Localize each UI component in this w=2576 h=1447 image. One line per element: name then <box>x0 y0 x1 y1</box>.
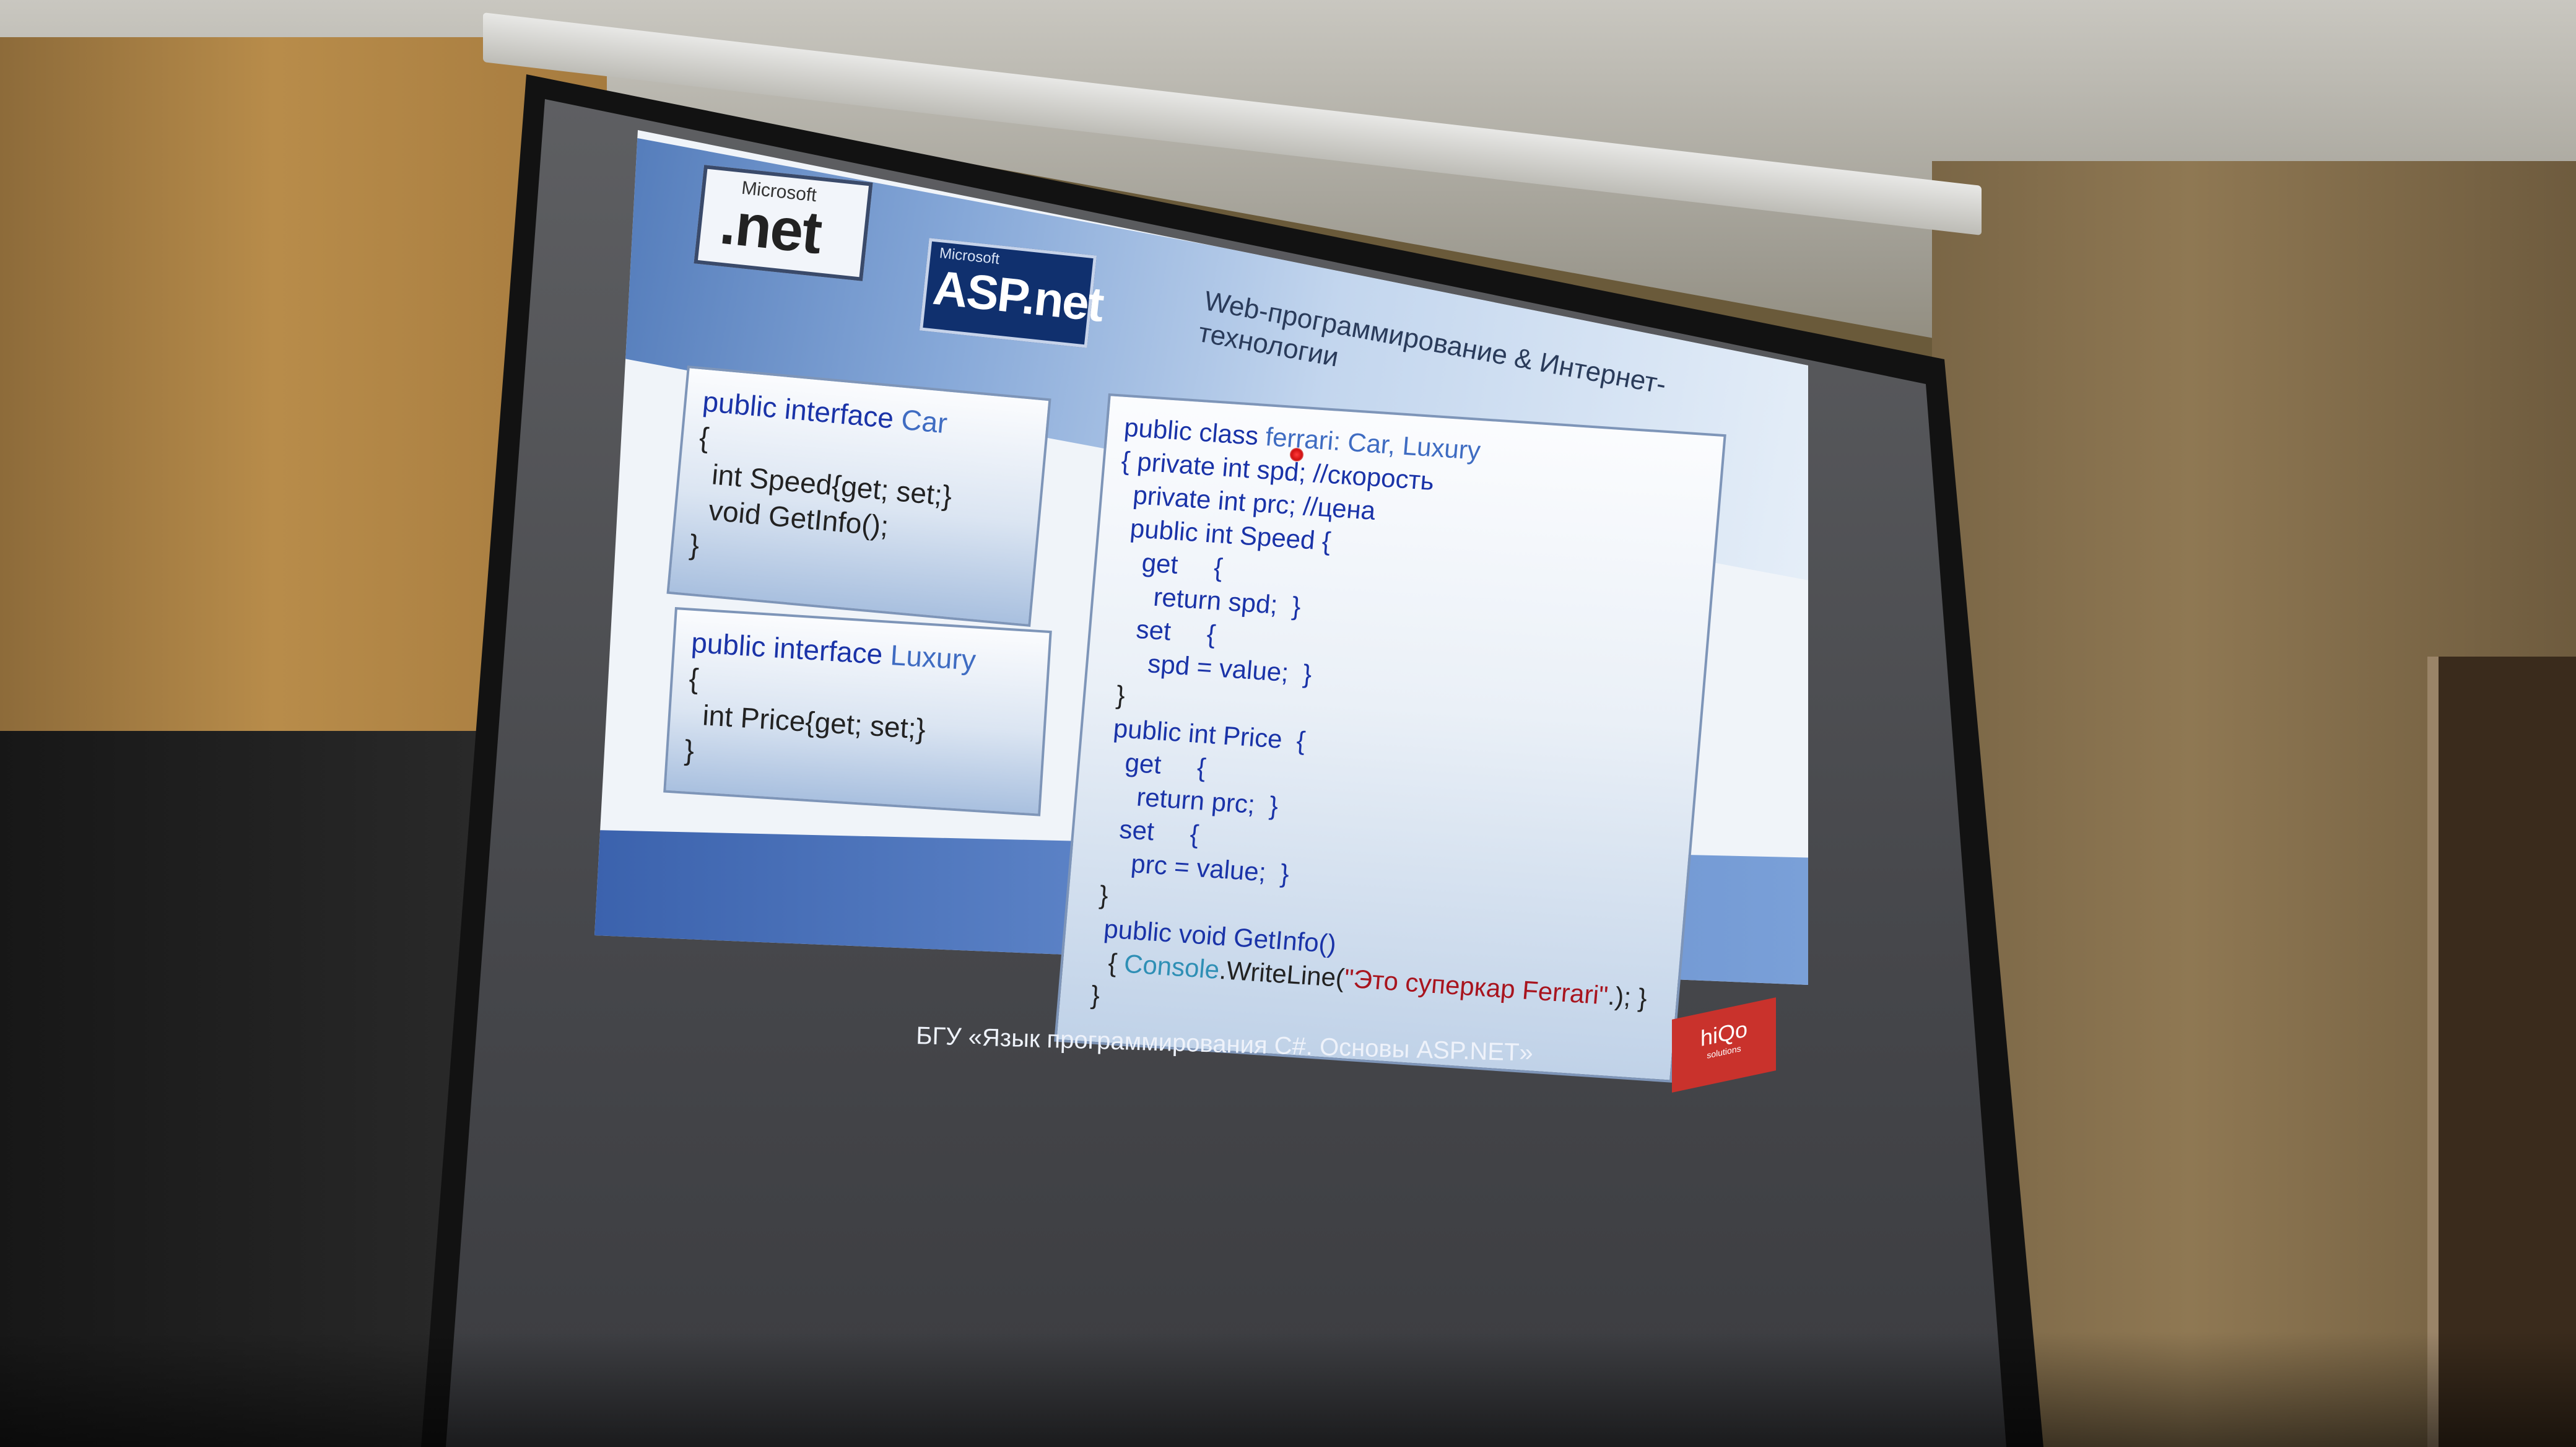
logo-aspnet-text: ASP.net <box>930 260 1106 332</box>
aspnet-logo: Microsoft ASP.net <box>919 238 1105 348</box>
door <box>2427 657 2576 1447</box>
logo-net-text: .net <box>716 190 824 267</box>
code-box-interface-car: public interface Car { int Speed{get; se… <box>666 365 1051 627</box>
laser-pointer-dot <box>1290 448 1303 461</box>
dotnet-logo: Microsoft .net <box>694 165 873 281</box>
floor-shadow <box>0 1332 2576 1447</box>
code-box-class-ferrari: public class ferrari: Car, Luxury { priv… <box>1054 393 1726 1083</box>
code-box-interface-luxury: public interface Luxury { int Price{get;… <box>663 607 1052 816</box>
